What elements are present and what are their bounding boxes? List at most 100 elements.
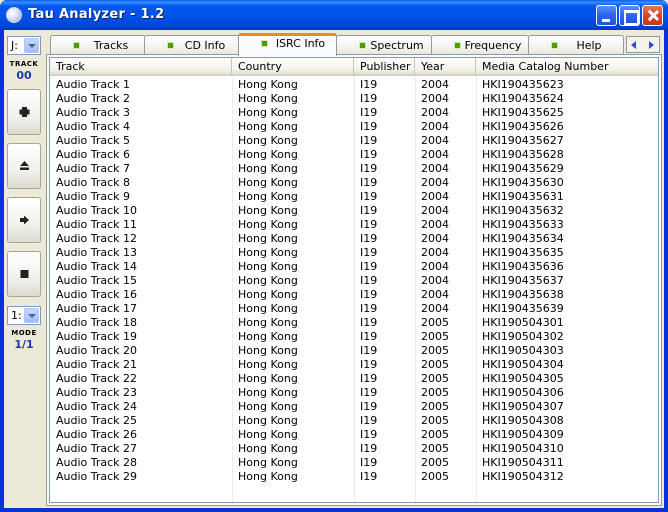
cell-country: Hong Kong (238, 400, 298, 413)
cell-year: 2004 (421, 92, 449, 105)
cell-country: Hong Kong (238, 204, 298, 217)
cell-year: 2004 (421, 106, 449, 119)
table-row[interactable]: Audio Track 21 Hong Kong I19 2005 HKI1905043… (50, 358, 658, 372)
close-button[interactable] (642, 5, 663, 26)
table-row[interactable]: Audio Track 22 Hong Kong I19 2005 HKI1905043… (50, 372, 658, 386)
table-row[interactable]: Audio Track 26 Hong Kong I19 2005 HKI1905043… (50, 428, 658, 442)
table-row[interactable]: Audio Track 27 Hong Kong I19 2005 HKI1905043… (50, 442, 658, 456)
table-row[interactable]: Audio Track 12 Hong Kong I19 2004 HKI1904356… (50, 232, 658, 246)
tab-frequency[interactable]: Frequency (431, 35, 529, 55)
tab-spectrum[interactable]: Spectrum (336, 35, 432, 55)
tab-isrc-info[interactable]: ISRC Info (238, 33, 337, 56)
table-row[interactable]: Audio Track 8 Hong Kong I19 2004 HKI19043563… (50, 176, 658, 190)
cell-track: Audio Track 4 (56, 120, 131, 133)
cell-year: 2005 (421, 372, 449, 385)
tab-strip: Tracks CD Info ISRC Info Spectrum Freque… (46, 33, 662, 56)
eject-button[interactable] (7, 143, 41, 189)
cell-media-catalog-number: HKI190435638 (482, 288, 564, 301)
table-row[interactable]: Audio Track 29 Hong Kong I19 2005 HKI1905043… (50, 470, 658, 484)
tab-label: Spectrum (370, 39, 424, 52)
table-row[interactable]: Audio Track 20 Hong Kong I19 2005 HKI1905043… (50, 344, 658, 358)
table-row[interactable]: Audio Track 7 Hong Kong I19 2004 HKI19043562… (50, 162, 658, 176)
table-row[interactable]: Audio Track 3 Hong Kong I19 2004 HKI19043562… (50, 106, 658, 120)
table-row[interactable]: Audio Track 16 Hong Kong I19 2004 HKI1904356… (50, 288, 658, 302)
cell-track: Audio Track 20 (56, 344, 138, 357)
cell-track: Audio Track 7 (56, 162, 131, 175)
tab-tracks[interactable]: Tracks (50, 35, 146, 55)
arrow-right-icon[interactable] (643, 37, 659, 52)
table-row[interactable]: Audio Track 4 Hong Kong I19 2004 HKI19043562… (50, 120, 658, 134)
table-row[interactable]: Audio Track 19 Hong Kong I19 2005 HKI1905043… (50, 330, 658, 344)
table-row[interactable]: Audio Track 13 Hong Kong I19 2004 HKI1904356… (50, 246, 658, 260)
table-row[interactable]: Audio Track 14 Hong Kong I19 2004 HKI1904356… (50, 260, 658, 274)
tab-help[interactable]: Help (528, 35, 624, 55)
mode-select[interactable]: 1: (7, 306, 41, 325)
column-header-media-catalog-number[interactable]: Media Catalog Number (476, 58, 658, 76)
app-icon[interactable] (6, 7, 22, 23)
cell-track: Audio Track 24 (56, 400, 138, 413)
cell-media-catalog-number: HKI190504312 (482, 470, 564, 483)
table-row[interactable]: Audio Track 9 Hong Kong I19 2004 HKI19043563… (50, 190, 658, 204)
chevron-down-icon[interactable] (24, 308, 39, 323)
mode-label: MODE (11, 329, 37, 337)
minimize-button[interactable] (596, 5, 617, 26)
table-row[interactable]: Audio Track 2 Hong Kong I19 2004 HKI19043562… (50, 92, 658, 106)
add-button[interactable] (7, 89, 41, 135)
table-row[interactable]: Audio Track 5 Hong Kong I19 2004 HKI19043562… (50, 134, 658, 148)
cell-country: Hong Kong (238, 92, 298, 105)
cell-media-catalog-number: HKI190435625 (482, 106, 564, 119)
drive-select[interactable]: J: (7, 36, 41, 55)
cell-publisher: I19 (360, 428, 378, 441)
table-row[interactable]: Audio Track 24 Hong Kong I19 2005 HKI1905043… (50, 400, 658, 414)
chevron-down-icon[interactable] (24, 38, 39, 53)
tab-cd-info[interactable]: CD Info (144, 35, 240, 55)
table-row[interactable]: Audio Track 28 Hong Kong I19 2005 HKI1905043… (50, 456, 658, 470)
table-row[interactable]: Audio Track 18 Hong Kong I19 2005 HKI1905043… (50, 316, 658, 330)
cell-track: Audio Track 26 (56, 428, 138, 441)
title-bar[interactable]: Tau Analyzer - 1.2 (0, 0, 668, 30)
column-header-track[interactable]: Track (50, 58, 232, 76)
table-row[interactable]: Audio Track 23 Hong Kong I19 2005 HKI1905043… (50, 386, 658, 400)
table-row[interactable]: Audio Track 11 Hong Kong I19 2004 HKI1904356… (50, 218, 658, 232)
window-title: Tau Analyzer - 1.2 (28, 7, 165, 22)
cell-media-catalog-number: HKI190435631 (482, 190, 564, 203)
cell-year: 2005 (421, 442, 449, 455)
table-row[interactable]: Audio Track 15 Hong Kong I19 2004 HKI1904356… (50, 274, 658, 288)
cell-country: Hong Kong (238, 302, 298, 315)
tab-indicator-icon (454, 42, 461, 49)
table-row[interactable]: Audio Track 25 Hong Kong I19 2005 HKI1905043… (50, 414, 658, 428)
play-button[interactable] (7, 197, 41, 243)
table-row[interactable]: Audio Track 10 Hong Kong I19 2004 HKI1904356… (50, 204, 658, 218)
cell-track: Audio Track 21 (56, 358, 138, 371)
cell-country: Hong Kong (238, 148, 298, 161)
cell-media-catalog-number: HKI190435629 (482, 162, 564, 175)
cell-media-catalog-number: HKI190504311 (482, 456, 564, 469)
cell-media-catalog-number: HKI190435624 (482, 92, 564, 105)
cell-country: Hong Kong (238, 176, 298, 189)
cell-publisher: I19 (360, 218, 378, 231)
column-header-publisher[interactable]: Publisher (354, 58, 415, 76)
cell-country: Hong Kong (238, 120, 298, 133)
cell-year: 2004 (421, 288, 449, 301)
maximize-button[interactable] (619, 5, 640, 26)
cell-year: 2004 (421, 274, 449, 287)
column-header-country[interactable]: Country (232, 58, 354, 76)
isrc-list-view[interactable]: Track Country Publisher Year Media Catal… (49, 57, 659, 503)
cell-publisher: I19 (360, 92, 378, 105)
cell-year: 2004 (421, 148, 449, 161)
table-row[interactable]: Audio Track 6 Hong Kong I19 2004 HKI19043562… (50, 148, 658, 162)
table-row[interactable]: Audio Track 17 Hong Kong I19 2004 HKI1904356… (50, 302, 658, 316)
cell-publisher: I19 (360, 204, 378, 217)
tab-indicator-icon (73, 42, 80, 49)
cell-publisher: I19 (360, 162, 378, 175)
cell-country: Hong Kong (238, 78, 298, 91)
cell-publisher: I19 (360, 358, 378, 371)
cell-country: Hong Kong (238, 288, 298, 301)
table-row[interactable]: Audio Track 1 Hong Kong I19 2004 HKI19043562… (50, 78, 658, 92)
cell-publisher: I19 (360, 246, 378, 259)
tab-panel-isrc-info: Track Country Publisher Year Media Catal… (46, 54, 662, 506)
cell-media-catalog-number: HKI190435639 (482, 302, 564, 315)
arrow-left-icon[interactable] (627, 37, 643, 52)
stop-button[interactable] (7, 251, 41, 297)
column-header-year[interactable]: Year (415, 58, 476, 76)
